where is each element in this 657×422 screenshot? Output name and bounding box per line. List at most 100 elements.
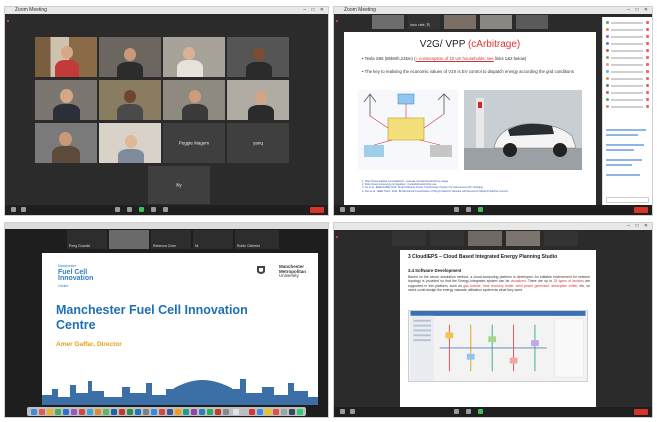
end-meeting-button[interactable] xyxy=(310,207,324,213)
video-tile[interactable] xyxy=(163,37,225,77)
microphone-icon[interactable] xyxy=(340,409,345,414)
chat-icon[interactable] xyxy=(466,207,471,212)
video-thumbnail[interactable] xyxy=(468,231,502,246)
participant-row[interactable] xyxy=(606,28,649,32)
app-icon[interactable] xyxy=(55,408,61,415)
app-icon[interactable] xyxy=(143,408,149,415)
app-icon[interactable] xyxy=(281,408,287,415)
app-icon[interactable] xyxy=(273,408,279,415)
app-icon[interactable] xyxy=(95,408,101,415)
participants-icon[interactable] xyxy=(454,409,459,414)
app-icon[interactable] xyxy=(103,408,109,415)
video-thumbnail[interactable] xyxy=(444,15,476,29)
microphone-icon[interactable] xyxy=(11,207,16,212)
participant-row[interactable] xyxy=(606,70,649,74)
video-tile[interactable] xyxy=(35,80,97,120)
reference-line[interactable]: 4. Fan et al., IEEE Trans. 2021, Bi-Dire… xyxy=(362,190,590,193)
reactions-icon[interactable] xyxy=(163,207,168,212)
app-icon[interactable] xyxy=(111,408,117,415)
video-tile[interactable] xyxy=(35,123,97,163)
app-icon[interactable] xyxy=(191,408,197,415)
video-tile[interactable] xyxy=(227,80,289,120)
participant-row[interactable] xyxy=(606,49,649,53)
minimize-maximize-close-icon[interactable]: – □ ✕ xyxy=(303,7,326,14)
record-icon[interactable] xyxy=(151,207,156,212)
app-icon[interactable] xyxy=(183,408,189,415)
app-icon[interactable] xyxy=(127,408,133,415)
video-thumbnail[interactable] xyxy=(430,231,464,246)
video-tile[interactable]: lily xyxy=(148,166,210,204)
video-thumbnail[interactable]: Ni xyxy=(193,230,233,249)
app-icon[interactable] xyxy=(159,408,165,415)
participant-row[interactable] xyxy=(606,42,649,46)
participant-row[interactable] xyxy=(606,84,649,88)
video-tile[interactable] xyxy=(227,37,289,77)
participant-row[interactable] xyxy=(606,35,649,39)
video-tile[interactable] xyxy=(163,80,225,120)
window-controls-icon[interactable] xyxy=(7,9,13,22)
video-thumbnail[interactable] xyxy=(516,15,548,29)
app-icon[interactable] xyxy=(87,408,93,415)
end-meeting-button[interactable] xyxy=(634,207,648,213)
app-icon[interactable] xyxy=(257,408,263,415)
app-icon[interactable] xyxy=(135,408,141,415)
trash-icon[interactable] xyxy=(241,408,247,415)
camera-icon[interactable] xyxy=(21,207,26,212)
video-thumbnail[interactable]: Rebecca Chen xyxy=(151,230,191,249)
minimize-maximize-close-icon[interactable]: – □ ✕ xyxy=(627,223,650,230)
video-thumbnail[interactable] xyxy=(109,230,149,249)
app-icon[interactable] xyxy=(223,408,229,415)
participant-row[interactable] xyxy=(606,56,649,60)
video-tile[interactable] xyxy=(99,80,161,120)
video-thumbnail[interactable]: haru cafe, 刘 xyxy=(408,15,440,29)
participant-row[interactable] xyxy=(606,91,649,95)
video-tile[interactable] xyxy=(99,37,161,77)
video-thumbnail[interactable] xyxy=(506,231,540,246)
end-meeting-button[interactable] xyxy=(249,408,255,415)
share-screen-icon[interactable] xyxy=(478,207,483,212)
app-icon[interactable] xyxy=(199,408,205,415)
video-thumbnail[interactable] xyxy=(372,15,404,29)
app-icon[interactable] xyxy=(71,408,77,415)
participants-icon[interactable] xyxy=(454,207,459,212)
camera-icon[interactable] xyxy=(350,409,355,414)
app-icon[interactable] xyxy=(175,408,181,415)
video-thumbnail[interactable] xyxy=(544,231,578,246)
window-controls-icon[interactable] xyxy=(336,225,342,238)
downloads-icon[interactable] xyxy=(233,408,239,415)
finder-icon[interactable] xyxy=(31,408,37,415)
participant-row[interactable] xyxy=(606,77,649,81)
participant-row[interactable] xyxy=(606,98,649,102)
video-thumbnail[interactable] xyxy=(480,15,512,29)
share-screen-icon[interactable] xyxy=(139,207,144,212)
app-icon[interactable] xyxy=(79,408,85,415)
video-tile[interactable]: yanq xyxy=(227,123,289,163)
chat-icon[interactable] xyxy=(127,207,132,212)
video-thumbnail[interactable]: Peng Guanlei xyxy=(67,230,107,249)
app-icon[interactable] xyxy=(207,408,213,415)
participant-row[interactable] xyxy=(606,105,649,109)
participant-row[interactable] xyxy=(606,21,649,25)
app-icon[interactable] xyxy=(215,408,221,415)
participant-row[interactable] xyxy=(606,63,649,67)
minimize-maximize-close-icon[interactable]: – □ ✕ xyxy=(627,7,650,14)
chat-icon[interactable] xyxy=(466,409,471,414)
app-icon[interactable] xyxy=(39,408,45,415)
window-controls-icon[interactable] xyxy=(336,9,342,22)
video-thumbnail[interactable]: Robin Gilchrist xyxy=(235,230,279,249)
end-meeting-button[interactable] xyxy=(634,409,648,415)
chat-input[interactable] xyxy=(606,197,649,203)
microphone-icon[interactable] xyxy=(340,207,345,212)
video-tile[interactable] xyxy=(35,37,97,77)
app-icon[interactable] xyxy=(289,408,295,415)
video-thumbnail[interactable] xyxy=(392,231,426,246)
app-icon[interactable] xyxy=(265,408,271,415)
camera-icon[interactable] xyxy=(350,207,355,212)
app-icon[interactable] xyxy=(297,408,303,415)
app-icon[interactable] xyxy=(47,408,53,415)
app-icon[interactable] xyxy=(167,408,173,415)
video-tile[interactable] xyxy=(99,123,161,163)
app-icon[interactable] xyxy=(63,408,69,415)
zoom-app-icon[interactable] xyxy=(151,408,157,415)
participants-icon[interactable] xyxy=(115,207,120,212)
